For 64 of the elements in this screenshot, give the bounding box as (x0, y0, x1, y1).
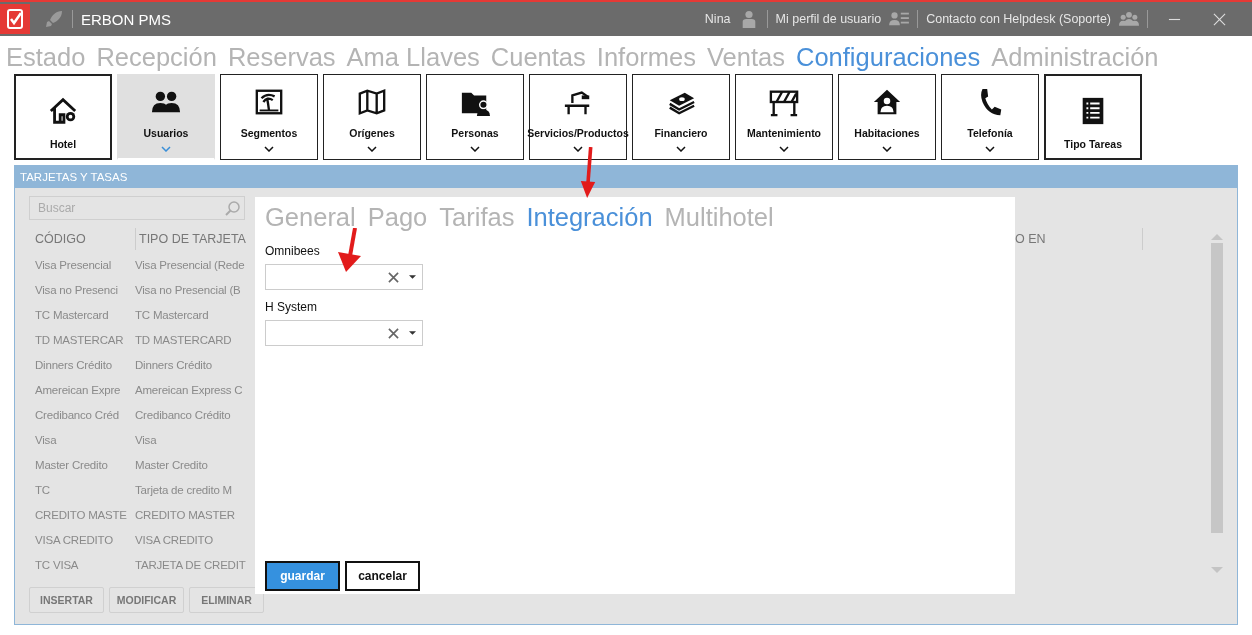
menu-item[interactable]: Recepción (96, 42, 217, 72)
table-cell: Visa Presencial (Rede (135, 258, 245, 271)
table-cell-text: VISA CREDITO (35, 533, 114, 546)
table-cell: Amereican Express C (135, 383, 243, 396)
table-cell: Master Credito (135, 458, 208, 471)
column-header[interactable]: CÓDIGO (35, 228, 135, 250)
toolbar-tile[interactable]: Segmentos (220, 74, 318, 160)
table-cell-text: TC (35, 483, 51, 496)
table-cell-text: TD MASTERCAR (35, 333, 125, 346)
menu-item[interactable]: Administración (991, 42, 1159, 72)
tab[interactable]: Tarifas (439, 203, 515, 232)
table-cell: TARJETA DE CREDIT (135, 558, 246, 571)
table-cell-text: Visa Presencial (35, 258, 113, 271)
menu-item[interactable]: Informes (596, 42, 696, 72)
action-button[interactable]: ELIMINAR (189, 587, 264, 613)
toolbar-tile[interactable]: Hotel (14, 74, 112, 160)
table-cell: VISA CREDITO (135, 533, 213, 546)
table-cell: Dinners Crédito (135, 358, 212, 371)
toolbar-tile[interactable]: Tipo Tareas (1044, 74, 1142, 160)
action-button[interactable]: INSERTAR (29, 587, 104, 613)
table-cell-text: CREDITO MASTE (35, 508, 128, 521)
table-cell-text: TC VISA (35, 558, 80, 571)
table-cell: TD MASTERCARD (135, 333, 232, 346)
user-name[interactable]: Nina (704, 12, 731, 26)
table-cell-text: TC Mastercard (35, 308, 110, 321)
field-label: Omnibees (265, 244, 320, 258)
table-cell: Credibanco Crédito (135, 408, 231, 421)
field-label: H System (265, 300, 317, 314)
toolbar-tile[interactable]: Habitaciones (838, 74, 936, 160)
menu-item[interactable]: Ventas (707, 42, 785, 72)
toolbar-tile[interactable]: Financiero (632, 74, 730, 160)
tab[interactable]: General (265, 203, 356, 232)
toolbar-tile[interactable]: Telefonía (941, 74, 1039, 160)
search-field[interactable]: Buscar (29, 196, 245, 220)
table-cell-text: Amereican Expre (35, 383, 122, 396)
dialog-button[interactable]: guardar (265, 561, 340, 591)
menu-item[interactable]: Configuraciones (796, 42, 981, 72)
table-cell: CREDITO MASTER (135, 508, 235, 521)
table-cell-text: Dinners Crédito (35, 358, 113, 371)
table-cell: Tarjeta de credito M (135, 483, 232, 496)
table-cell-text: Visa (35, 433, 58, 446)
table-cell-text: Visa no Presenci (35, 283, 119, 296)
profile-link[interactable]: Mi perfil de usuario (775, 12, 882, 26)
toolbar-tile[interactable]: Usuarios (117, 74, 215, 160)
dialog-button[interactable]: cancelar (345, 561, 420, 591)
table-cell: Visa no Presencial (B (135, 283, 241, 296)
action-button[interactable]: MODIFICAR (109, 587, 184, 613)
window-title: ERBON PMS (81, 10, 171, 28)
menu-item[interactable]: Estado (6, 42, 86, 72)
toolbar-tile[interactable]: Orígenes (323, 74, 421, 160)
helpdesk-link[interactable]: Contacto con Helpdesk (Soporte) (926, 12, 1111, 26)
panel-title: TARJETAS Y TASAS (20, 171, 128, 183)
table-cell-text: Credibanco Créd (35, 408, 120, 421)
menu-item[interactable]: Cuentas (490, 42, 586, 72)
tab[interactable]: Integración (526, 203, 653, 232)
toolbar-tile[interactable]: Personas (426, 74, 524, 160)
tab[interactable]: Multihotel (664, 203, 774, 232)
toolbar-tile[interactable]: Mantenimiento (735, 74, 833, 160)
menu-item[interactable]: Reservas (227, 42, 336, 72)
table-cell-text: Master Credito (35, 458, 109, 471)
table-cell: Visa (135, 433, 157, 446)
menu-item[interactable]: Ama Llaves (346, 42, 480, 72)
tab[interactable]: Pago (367, 203, 428, 232)
table-cell: TC Mastercard (135, 308, 209, 321)
